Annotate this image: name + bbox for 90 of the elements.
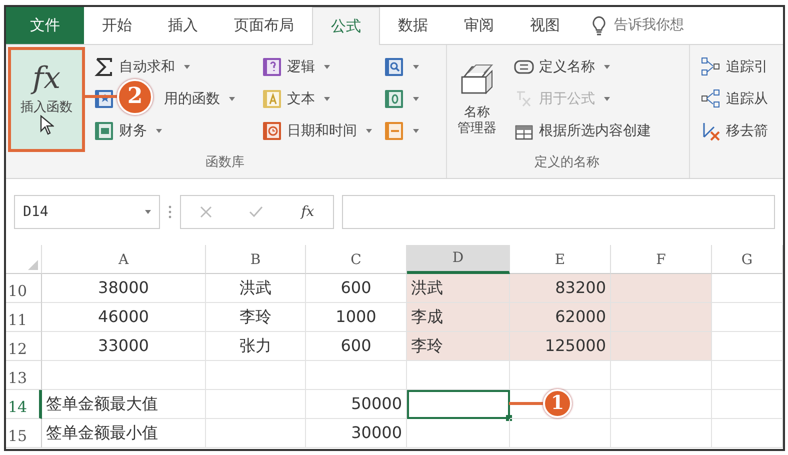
ribbon-button[interactable]: 追踪引 <box>698 53 771 81</box>
book-icon <box>262 89 282 109</box>
table-cell[interactable]: 46000 <box>42 303 206 332</box>
table-cell[interactable]: 83200 <box>510 274 611 303</box>
leader-line <box>509 402 543 405</box>
insert-function-button[interactable]: fx 插入函数 <box>8 47 85 152</box>
drag-handle-icon <box>168 205 172 219</box>
table-cell[interactable]: 李玲 <box>407 332 510 361</box>
table-cell[interactable]: 38000 <box>42 274 206 303</box>
ribbon-button[interactable]: 文本 <box>259 85 375 113</box>
ribbon-tab[interactable]: 公式 <box>312 7 380 45</box>
table-cell[interactable] <box>206 419 306 448</box>
row-header[interactable]: 12 <box>6 332 42 361</box>
row-header[interactable]: 14 <box>6 390 42 419</box>
book-icon <box>94 121 114 141</box>
table-cell[interactable]: 30000 <box>306 419 407 448</box>
column-header[interactable]: G <box>712 245 783 274</box>
lightbulb-icon <box>592 16 606 36</box>
ribbon-button[interactable]: 日期和时间 <box>259 117 375 145</box>
clock-book-icon <box>262 121 282 141</box>
table-cell[interactable] <box>712 419 783 448</box>
table-cell[interactable] <box>712 303 783 332</box>
group-label: 定义的名称 <box>534 154 600 172</box>
table-cell[interactable] <box>306 361 407 390</box>
table-cell[interactable]: 50000 <box>306 390 407 419</box>
table-cell[interactable]: 签单金额最小值 <box>42 419 206 448</box>
ribbon-button[interactable]: 追踪从 <box>698 85 771 113</box>
row-header[interactable]: 10 <box>6 274 42 303</box>
column-header[interactable]: D <box>407 245 510 274</box>
table-cell[interactable] <box>611 361 712 390</box>
table-cell[interactable] <box>611 303 712 332</box>
active-cell[interactable] <box>407 390 510 419</box>
row-header[interactable]: 11 <box>6 303 42 332</box>
table-cell[interactable] <box>407 419 510 448</box>
table-cell[interactable]: 签单金额最大值 <box>42 390 206 419</box>
formula-buttons[interactable]: fx <box>180 195 334 229</box>
name-box[interactable]: D14 <box>14 195 160 229</box>
ribbon-button[interactable]: 逻辑 <box>259 53 375 81</box>
table-cell[interactable]: 33000 <box>42 332 206 361</box>
table-cell[interactable] <box>712 390 783 419</box>
remove-arrows-icon <box>701 121 721 141</box>
table-cell[interactable]: 李玲 <box>206 303 306 332</box>
table-cell[interactable] <box>712 274 783 303</box>
ribbon-button[interactable]: 定义名称 <box>511 53 654 81</box>
mouse-pointer-icon <box>40 115 54 136</box>
table-cell[interactable] <box>712 361 783 390</box>
table-cell[interactable] <box>611 390 712 419</box>
book-icon <box>384 89 404 109</box>
table-cell[interactable] <box>206 390 306 419</box>
cancel-icon <box>200 206 212 218</box>
caret-icon <box>145 210 151 214</box>
table-cell[interactable] <box>611 332 712 361</box>
formula-input[interactable] <box>342 195 775 229</box>
ribbon-button[interactable]: 根据所选内容创建 <box>511 117 654 145</box>
table-cell[interactable] <box>611 274 712 303</box>
insert-function-button[interactable]: fx <box>301 205 314 219</box>
row-header[interactable]: 13 <box>6 361 42 390</box>
file-tab[interactable]: 文件 <box>6 7 84 44</box>
table-cell[interactable] <box>510 419 611 448</box>
column-header[interactable]: B <box>206 245 306 274</box>
table-cell[interactable]: 125000 <box>510 332 611 361</box>
step-badge: 1 <box>543 389 572 418</box>
select-all-icon <box>28 260 38 270</box>
group-label: 函数库 <box>204 154 246 172</box>
trace-icon <box>701 57 721 77</box>
check-icon <box>249 206 264 218</box>
ribbon-button[interactable]: 移去箭 <box>698 117 771 145</box>
table-cell[interactable]: 1 <box>510 390 611 419</box>
name-manager-button[interactable]: 名称 管理器 <box>449 47 505 152</box>
table-cell[interactable] <box>611 419 712 448</box>
table-cell[interactable]: 洪武 <box>206 274 306 303</box>
table-cell[interactable] <box>206 361 306 390</box>
table-cell[interactable] <box>712 332 783 361</box>
column-header[interactable]: A <box>42 245 206 274</box>
table-cell[interactable] <box>42 361 206 390</box>
sigma-icon <box>94 57 114 77</box>
table-cell[interactable] <box>407 361 510 390</box>
tell-me-field[interactable]: 告诉我你想 <box>612 14 722 37</box>
trace-icon <box>701 89 721 109</box>
book-icon <box>384 121 404 141</box>
row-header[interactable]: 15 <box>6 419 42 448</box>
table-cell[interactable]: 张力 <box>206 332 306 361</box>
search-icon <box>384 57 404 77</box>
table-cell[interactable]: 李成 <box>407 303 510 332</box>
table-cell[interactable]: 洪武 <box>407 274 510 303</box>
book-icon <box>262 57 282 77</box>
ribbon-button[interactable]: 财务 <box>91 117 253 145</box>
fx-symbol: fx <box>32 64 61 94</box>
table-cell[interactable]: 62000 <box>510 303 611 332</box>
leader-line <box>85 95 117 98</box>
